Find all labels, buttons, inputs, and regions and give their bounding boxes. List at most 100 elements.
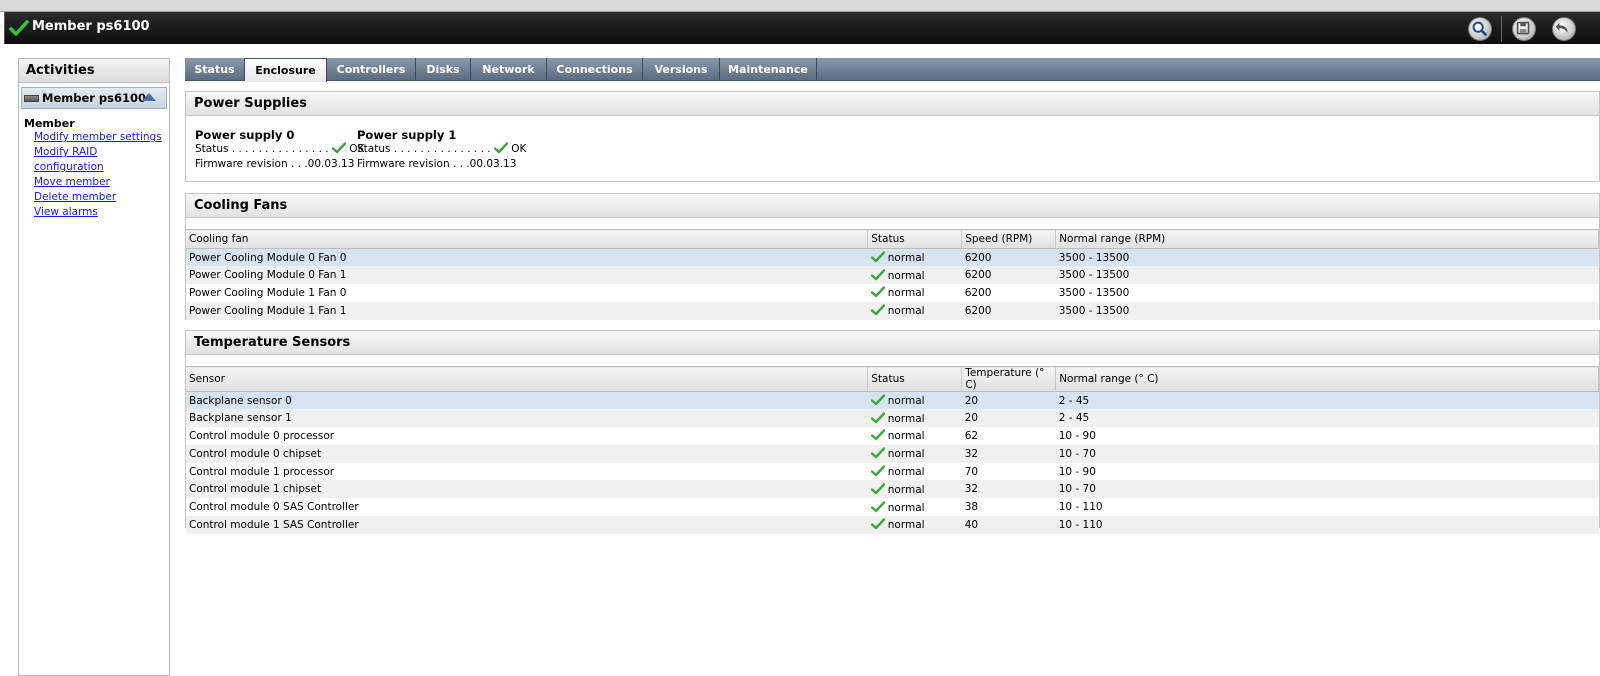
value-cell: 32 <box>961 444 1056 463</box>
column-header[interactable]: Normal range (RPM) <box>1055 229 1599 249</box>
name-cell: Power Cooling Module 0 Fan 1 <box>186 266 868 285</box>
status-cell: normal <box>868 463 962 481</box>
range-cell: 3500 - 13500 <box>1055 248 1599 267</box>
name-cell: Control module 1 SAS Controller <box>186 516 868 534</box>
column-header[interactable]: Cooling fan <box>186 229 869 249</box>
value-cell: 20 <box>961 391 1056 410</box>
status-text: normal <box>887 287 925 300</box>
firmware-label: Firmware revision . . . <box>357 158 470 170</box>
view-alarms-link[interactable]: View alarms <box>34 205 169 220</box>
temperature-sensors-panel: Temperature Sensors Sensor Status Temper… <box>185 330 1600 534</box>
status-text: normal <box>887 519 925 532</box>
cooling-fans-title: Cooling Fans <box>186 194 1599 218</box>
temperature-sensors-title: Temperature Sensors <box>186 331 1599 355</box>
value-cell: 40 <box>961 516 1056 534</box>
column-header[interactable]: Temperature (° C) <box>961 366 1057 392</box>
range-cell: 2 - 45 <box>1055 391 1599 410</box>
tab-connections[interactable]: Connections <box>547 58 643 81</box>
tab-network[interactable]: Network <box>471 58 547 81</box>
tab-versions[interactable]: Versions <box>643 58 720 81</box>
tab-status[interactable]: Status <box>185 58 245 81</box>
check-icon <box>870 394 885 406</box>
name-cell: Control module 0 processor <box>189 429 335 442</box>
status-cell: normal <box>867 480 962 499</box>
check-icon <box>870 518 885 530</box>
column-header[interactable]: Speed (RPM) <box>961 229 1057 249</box>
firmware-value: 00.03.13 <box>307 158 355 170</box>
collapse-up-icon[interactable] <box>142 93 156 101</box>
column-header[interactable]: Status <box>867 366 963 392</box>
status-cell: normal <box>867 391 962 410</box>
table-row[interactable]: Control module 1 SAS Controller normal 40 1… <box>186 516 1599 534</box>
top-strip <box>0 0 1600 12</box>
table-row[interactable]: Power Cooling Module 0 Fan 1 normal 6200 35… <box>186 266 1599 285</box>
range-cell: 3500 - 13500 <box>1058 286 1130 299</box>
name-cell: Power Cooling Module 1 Fan 0 <box>189 286 347 299</box>
range-cell: 3500 - 13500 <box>1055 266 1599 285</box>
check-icon <box>870 465 885 477</box>
status-text: normal <box>887 252 925 265</box>
status-text: normal <box>887 448 925 461</box>
check-icon <box>870 447 885 459</box>
check-icon <box>870 268 885 280</box>
name-cell: Control module 1 chipset <box>186 480 868 499</box>
status-cell: normal <box>868 427 962 445</box>
table-row[interactable]: Control module 0 chipset normal 32 10 - 70 <box>186 444 1599 463</box>
check-icon <box>870 304 885 316</box>
column-header[interactable]: Status <box>867 229 963 249</box>
window-title: Member ps6100 <box>32 19 150 34</box>
tab-disks[interactable]: Disks <box>416 58 471 81</box>
name-cell: Control module 1 processor <box>189 465 335 478</box>
tab-bar: Status Enclosure Controllers Disks Netwo… <box>185 58 1600 82</box>
status-text: normal <box>887 483 925 496</box>
title-bar: Member ps6100 <box>4 12 1600 44</box>
status-text: normal <box>887 501 925 514</box>
table-row[interactable]: Backplane sensor 1 normal 20 2 - 45 <box>186 409 1599 428</box>
table-row[interactable]: Control module 1 chipset normal 32 10 - 70 <box>186 480 1599 499</box>
name-cell: Power Cooling Module 0 Fan 0 <box>186 248 868 267</box>
range-cell: 3500 - 13500 <box>1055 301 1599 320</box>
table-row[interactable]: Backplane sensor 0 normal 20 2 - 45 <box>186 391 1599 410</box>
column-header[interactable]: Sensor <box>186 366 869 392</box>
status-label: Status . . . . . . . . . . . . . . . <box>195 143 329 155</box>
move-member-link[interactable]: Move member <box>34 175 169 190</box>
column-header[interactable]: Normal range (° C) <box>1055 366 1599 392</box>
table-row[interactable]: Control module 1 processor normal 70 10 - 9… <box>186 463 1599 481</box>
value-cell: 70 <box>964 465 979 478</box>
check-icon <box>870 411 885 423</box>
table-row[interactable]: Control module 0 SAS Controller normal 38 1… <box>186 498 1599 516</box>
status-text: normal <box>887 395 925 408</box>
tab-maintenance[interactable]: Maintenance <box>720 58 817 81</box>
power-supplies-panel: Power Supplies Power supply 0 Status . .… <box>185 91 1600 182</box>
tab-controllers[interactable]: Controllers <box>327 58 416 81</box>
member-group-label: Member ps6100 <box>42 91 147 105</box>
name-cell: Backplane sensor 0 <box>186 391 868 410</box>
power-supplies-title: Power Supplies <box>186 92 1599 116</box>
modify-raid-configuration-link[interactable]: Modify RAID configuration <box>34 145 169 175</box>
table-row[interactable]: Power Cooling Module 1 Fan 1 normal 6200 35… <box>186 301 1599 320</box>
range-cell: 10 - 110 <box>1055 516 1599 534</box>
status-cell: normal <box>868 498 962 516</box>
save-icon[interactable] <box>1512 17 1536 41</box>
back-icon[interactable] <box>1552 17 1576 41</box>
value-cell: 62 <box>964 429 979 442</box>
name-cell: Control module 0 chipset <box>186 444 868 463</box>
table-row[interactable]: Control module 0 processor normal 62 10 - 9… <box>186 427 1599 445</box>
delete-member-link[interactable]: Delete member <box>34 190 169 205</box>
member-group-header[interactable]: Member ps6100 <box>21 87 167 109</box>
power-supply-name: Power supply 0 <box>195 128 295 142</box>
table-row[interactable]: Power Cooling Module 1 Fan 0 normal 6200 35… <box>186 284 1599 302</box>
activities-panel: Activities Member ps6100 Member Modify m… <box>18 58 170 676</box>
status-text: normal <box>887 412 925 425</box>
search-icon[interactable] <box>1468 17 1492 41</box>
tab-enclosure[interactable]: Enclosure <box>245 58 327 82</box>
table-row[interactable]: Power Cooling Module 0 Fan 0 normal 6200 35… <box>186 248 1599 267</box>
status-cell: normal <box>867 444 962 463</box>
status-cell: normal <box>867 301 962 320</box>
check-icon <box>493 142 508 154</box>
status-cell: normal <box>867 409 962 428</box>
check-icon <box>870 500 885 512</box>
status-text: normal <box>887 466 925 479</box>
modify-member-settings-link[interactable]: Modify member settings <box>34 130 169 145</box>
power-supply-1: Power supply 1 Status . . . . . . . . . … <box>357 128 526 172</box>
